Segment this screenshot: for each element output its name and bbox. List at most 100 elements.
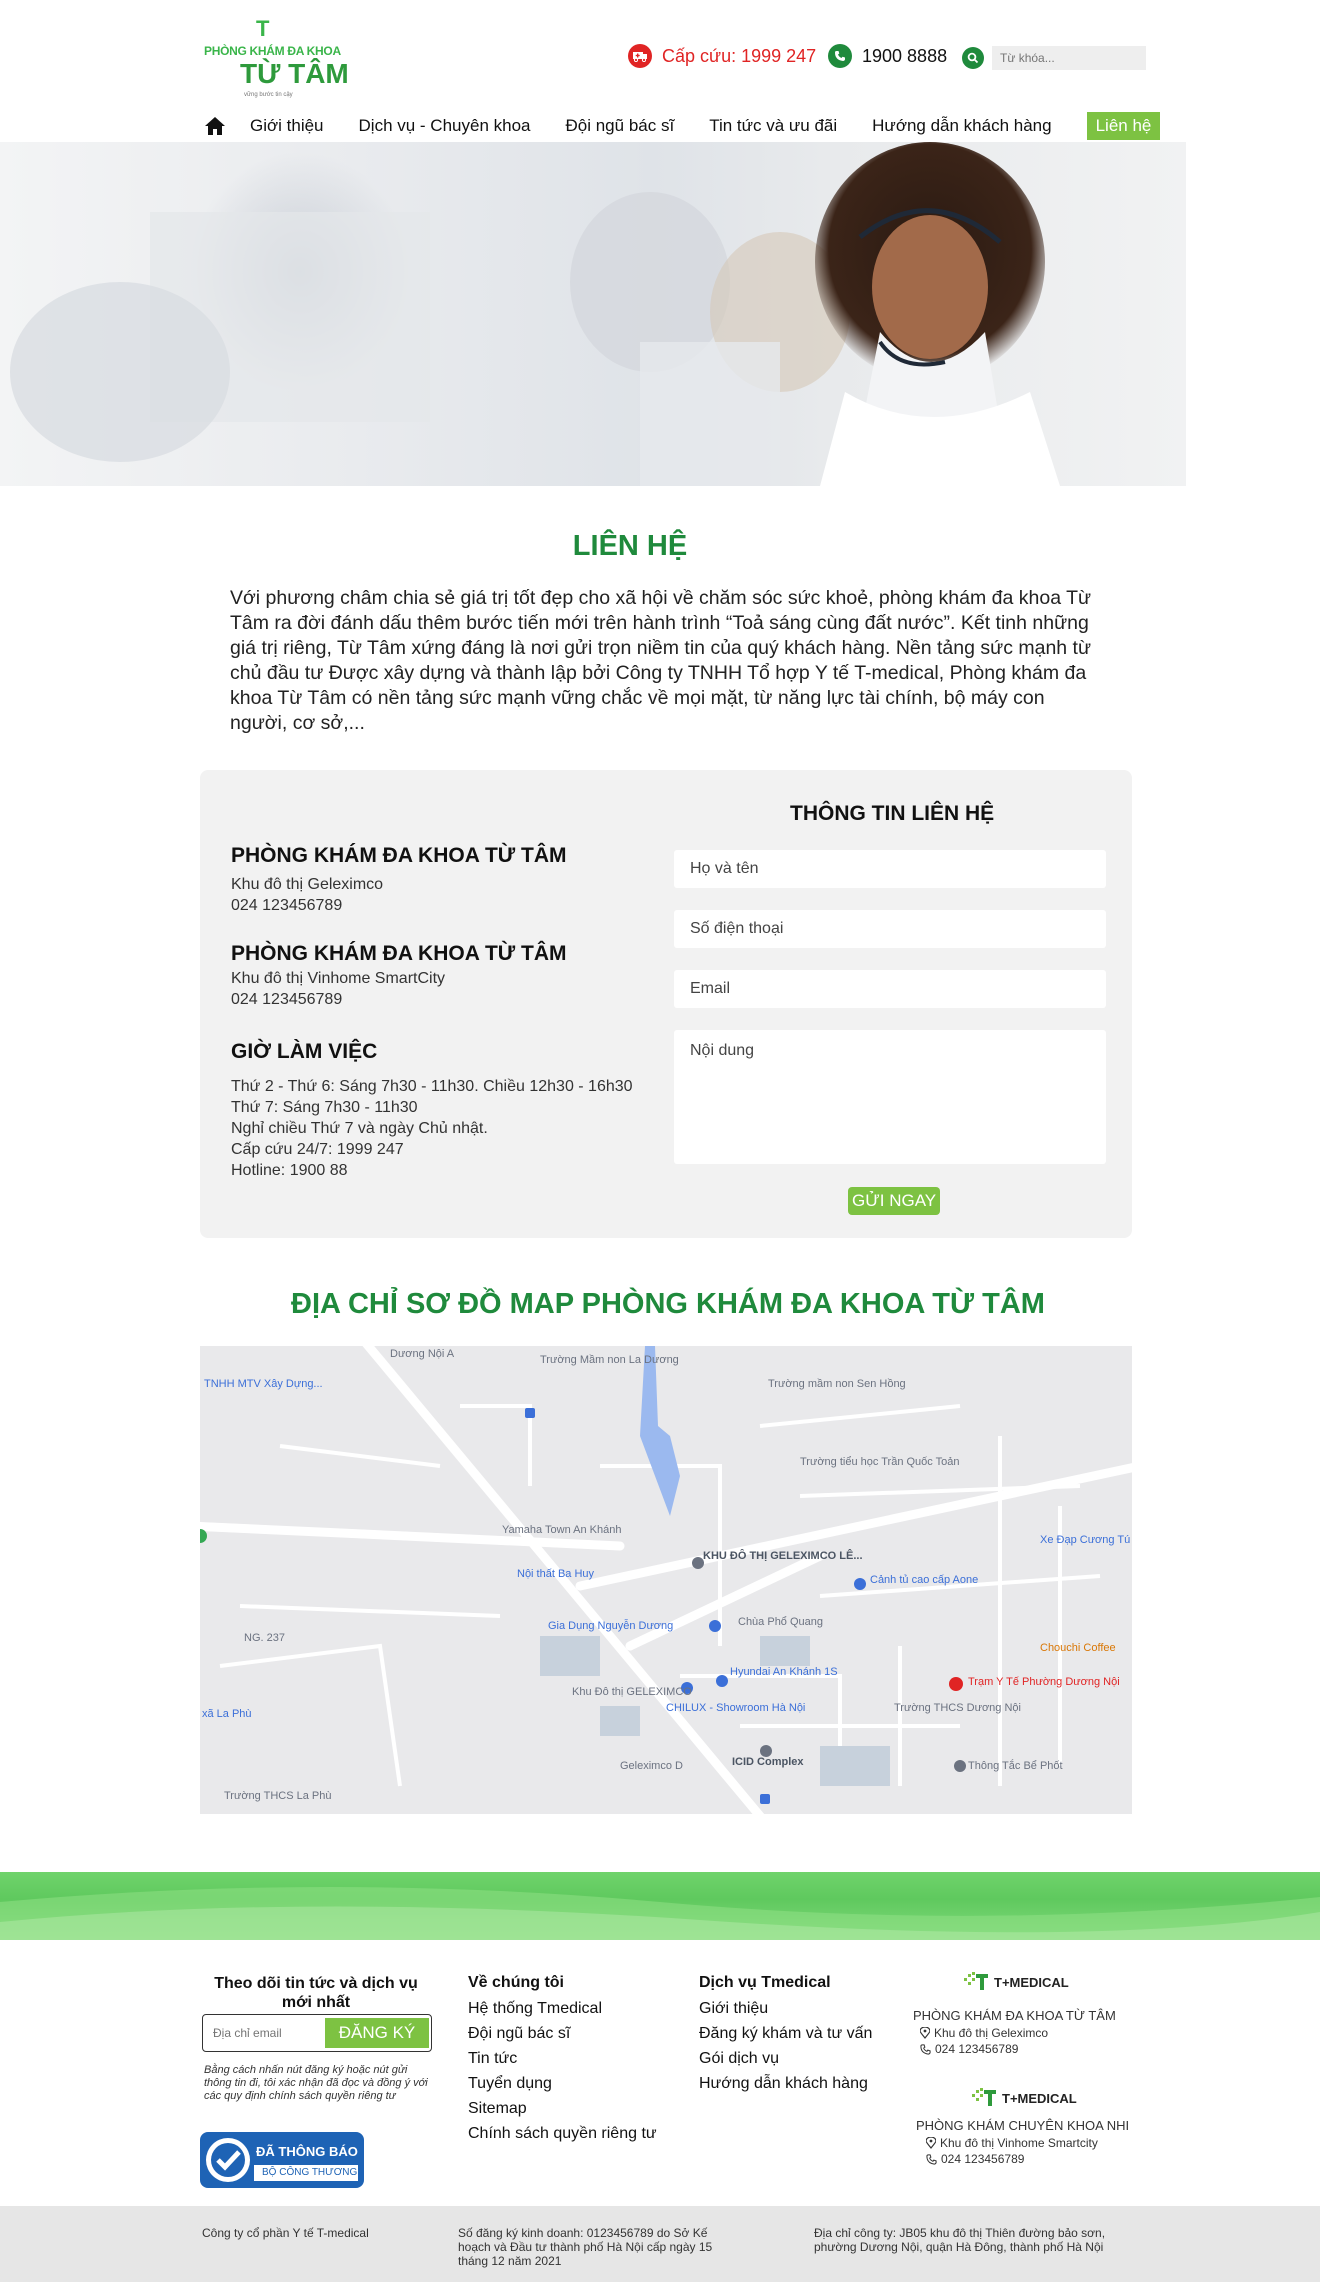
nav-item-services[interactable]: Dịch vụ - Chuyên khoa xyxy=(359,116,531,136)
map-embed[interactable]: Dương Nội A Trường Mầm non La Dương TNHH… xyxy=(200,1346,1132,1814)
map-label: Thông Tắc Bể Phốt xyxy=(968,1760,1063,1772)
clinic-1-phone: 024 123456789 xyxy=(231,897,343,914)
phone-outline-icon xyxy=(926,2153,937,2165)
emergency-hotline[interactable]: Cấp cứu: 1999 247 xyxy=(628,44,816,68)
logo-line1: PHÒNG KHÁM ĐA KHOA xyxy=(204,44,341,58)
branch-1-address-row: Khu đô thị Geleximco xyxy=(920,2026,1048,2040)
footer-link[interactable]: Đăng ký khám và tư vấn xyxy=(699,2025,872,2043)
map-label: Chùa Phổ Quang xyxy=(738,1616,824,1628)
map-label: xã La Phù xyxy=(202,1708,252,1720)
hours-line: Cấp cứu 24/7: 1999 247 xyxy=(231,1141,404,1158)
branch-1-phone-row: 024 123456789 xyxy=(920,2042,1018,2056)
branch-2-address-row: Khu đô thị Vinhome Smartcity xyxy=(926,2136,1098,2150)
main-nav: Giới thiệu Dịch vụ - Chuyên khoa Đội ngũ… xyxy=(204,110,1161,142)
map-label: Geleximco D xyxy=(620,1760,683,1772)
phone-outline-icon xyxy=(920,2043,931,2055)
footer-link[interactable]: Tuyển dụng xyxy=(468,2075,552,2093)
tmedical-logo: T+MEDICAL xyxy=(964,1972,1069,1992)
hours-line: Thứ 7: Sáng 7h30 - 11h30 xyxy=(231,1099,418,1116)
message-field[interactable] xyxy=(674,1030,1106,1164)
home-icon[interactable] xyxy=(204,115,226,137)
page-title: LIÊN HỆ xyxy=(572,530,688,562)
about-column-title: Về chúng tôi xyxy=(468,1974,564,1991)
hero-image xyxy=(10,142,1060,486)
branch-2-phone: 024 123456789 xyxy=(941,2152,1025,2166)
nav-item-about[interactable]: Giới thiệu xyxy=(250,116,324,136)
hours-title: GIỜ LÀM VIỆC xyxy=(231,1040,378,1063)
branch-1-phone: 024 123456789 xyxy=(935,2042,1019,2056)
nav-item-guide[interactable]: Hướng dẫn khách hàng xyxy=(872,116,1051,136)
map-label: TNHH MTV Xây Dựng... xyxy=(204,1378,323,1390)
logo-mark: T xyxy=(256,16,269,41)
subscribe-button[interactable]: ĐĂNG KÝ xyxy=(325,2018,429,2048)
map-label: NG. 237 xyxy=(244,1632,285,1644)
clinic-1-address: Khu đô thị Geleximco xyxy=(231,876,384,893)
footer-link[interactable]: Gói dịch vụ xyxy=(699,2050,779,2068)
hours-line: Nghỉ chiều Thứ 7 và ngày Chủ nhật. xyxy=(231,1120,488,1137)
search-icon[interactable] xyxy=(962,47,984,69)
subscribe-title: Theo dõi tin tức và dịch vụ mới nhất xyxy=(214,1975,418,2011)
nav-item-doctors[interactable]: Đội ngũ bác sĩ xyxy=(566,116,675,136)
map-label: Trường Mầm non La Dương xyxy=(540,1354,679,1366)
nav-item-news[interactable]: Tin tức và ưu đãi xyxy=(709,116,837,136)
tmedical-logo-icon xyxy=(972,2088,996,2106)
location-pin-icon xyxy=(920,2027,930,2039)
subscribe-email-input[interactable] xyxy=(213,2026,325,2040)
hero-banner xyxy=(0,142,1186,486)
badge-graphic xyxy=(200,2132,364,2188)
map-label: Trường THCS La Phù xyxy=(224,1790,332,1802)
services-column-title: Dịch vụ Tmedical xyxy=(699,1974,831,1991)
map-label: Gia Dụng Nguyễn Dương xyxy=(548,1620,674,1632)
tmedical-brand: T+MEDICAL xyxy=(994,1974,1069,1990)
map-title: ĐỊA CHỈ SƠ ĐỒ MAP PHÒNG KHÁM ĐA KHOA TỪ … xyxy=(291,1288,1045,1320)
map-label: Trường THCS Dương Nội xyxy=(894,1702,1021,1714)
tmedical-brand: T+MEDICAL xyxy=(1002,2090,1077,2106)
branch-1-address: Khu đô thị Geleximco xyxy=(934,2026,1049,2040)
map-label: Trạm Y Tế Phường Dương Nội xyxy=(968,1676,1120,1688)
logo[interactable]: T PHÒNG KHÁM ĐA KHOA TỪ TÂM vững bước ti… xyxy=(204,14,349,98)
footer-link[interactable]: Hướng dẫn khách hàng xyxy=(699,2075,868,2093)
clinic-2-phone: 024 123456789 xyxy=(231,991,343,1008)
map-label: Trường mầm non Sen Hồng xyxy=(768,1378,906,1390)
hotline-text: 1900 8888 xyxy=(862,45,948,66)
map-label: Nội thất Ba Huy xyxy=(517,1568,595,1580)
tmedical-logo: T+MEDICAL xyxy=(972,2088,1077,2108)
footer-link[interactable]: Tin tức xyxy=(468,2050,517,2068)
logo-line2: TỪ TÂM xyxy=(240,58,349,89)
search-input[interactable] xyxy=(992,46,1146,70)
footer-link[interactable]: Sitemap xyxy=(468,2100,527,2118)
map-label: Xe Đạp Cương Tú xyxy=(1040,1534,1131,1546)
company-name: Công ty cổ phần Y tế T-medical xyxy=(202,2226,369,2240)
hours-line: Thứ 2 - Thứ 6: Sáng 7h30 - 11h30. Chiều … xyxy=(231,1078,633,1095)
clinic-2-name: PHÒNG KHÁM ĐA KHOA TỪ TÂM xyxy=(231,942,567,965)
business-license: Số đăng ký kinh doanh: 0123456789 do Sở … xyxy=(458,2226,713,2268)
registered-badge[interactable]: ĐÃ THÔNG BÁO BỘ CÔNG THƯƠNG xyxy=(194,2122,370,2196)
branch-2-phone-row: 024 123456789 xyxy=(926,2152,1024,2166)
name-field[interactable] xyxy=(674,850,1106,888)
hotline[interactable]: 1900 8888 xyxy=(828,44,947,68)
phone-field[interactable] xyxy=(674,910,1106,948)
map-label: ICID Complex xyxy=(732,1756,804,1768)
logo-tagline: vững bước tin cậy xyxy=(244,92,293,98)
map-label: Dương Nội A xyxy=(390,1348,455,1360)
footer-link[interactable]: Chính sách quyền riêng tư xyxy=(468,2125,657,2143)
footer-link[interactable]: Hệ thống Tmedical xyxy=(468,2000,602,2018)
phone-icon xyxy=(828,44,852,68)
map-label: Khu Đô thị GELEXIMCO xyxy=(572,1686,692,1698)
map-label: Trường tiểu học Trần Quốc Toản xyxy=(800,1456,960,1468)
footer-link[interactable]: Đội ngũ bác sĩ xyxy=(468,2025,570,2043)
ambulance-icon xyxy=(628,44,652,68)
send-button[interactable]: GỬI NGAY xyxy=(848,1187,941,1215)
intro-paragraph: Với phương châm chia sẻ giá trị tốt đẹp … xyxy=(230,587,1092,734)
clinic-2-address: Khu đô thị Vinhome SmartCity xyxy=(231,970,446,987)
footer-link[interactable]: Giới thiệu xyxy=(699,2000,768,2018)
location-pin-icon xyxy=(926,2137,936,2149)
email-field[interactable] xyxy=(674,970,1106,1008)
subscribe-form: ĐĂNG KÝ xyxy=(202,2014,432,2052)
emergency-text: Cấp cứu: 1999 247 xyxy=(662,45,817,66)
nav-item-contact[interactable]: Liên hệ xyxy=(1086,112,1161,140)
badge-top-text: ĐÃ THÔNG BÁO xyxy=(256,2144,358,2159)
subscribe-note: Bằng cách nhấn nút đăng ký hoặc nút gửi … xyxy=(204,2064,428,2102)
clinic-1-name: PHÒNG KHÁM ĐA KHOA TỪ TÂM xyxy=(231,844,567,867)
hours-line: Hotline: 1900 88 xyxy=(231,1162,348,1179)
